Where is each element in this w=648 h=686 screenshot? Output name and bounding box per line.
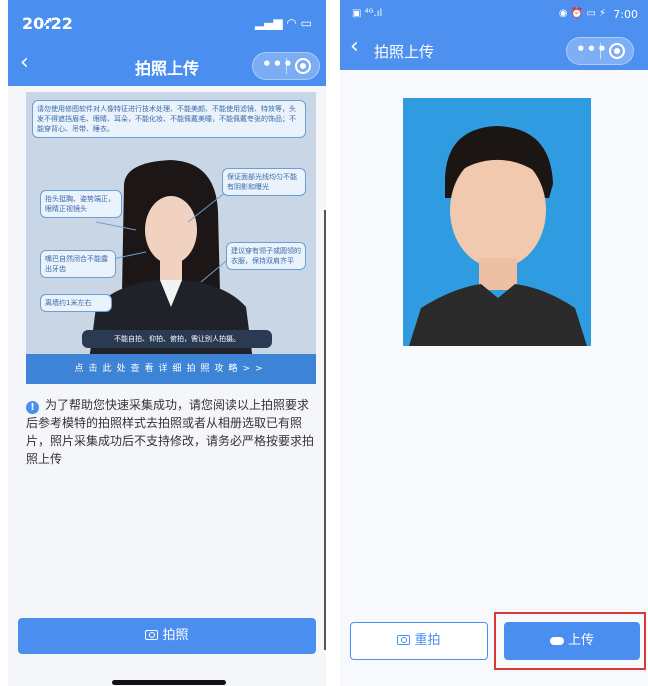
take-photo-button[interactable]: 拍照 [18,618,316,654]
location-arrow-icon: ➚ [42,14,54,30]
view-guide-link[interactable]: 点击此处查看详细拍照攻略>> [26,354,316,384]
more-dots-icon[interactable]: ••• [262,55,294,73]
right-phone-screen: ▣ ⁴ᴳ.ıl ◉ ⏰ ▭ ⚡ 7:00 ‹ 拍照上传 ••• 重拍 上传 [340,0,648,686]
camera-icon [145,630,159,640]
status-bar: ▣ ⁴ᴳ.ıl ◉ ⏰ ▭ ⚡ 7:00 [340,0,648,30]
guide-bubble-no-selfie: 不能自拍、仰拍、俯拍，需让别人拍摄。 [82,330,272,348]
left-phone-screen: 20:22 ➚ ▂▄▆ ◠ ▭ ‹ 拍照上传 ••• 请勿使用修图软件对人像特征… [8,0,326,686]
guide-bubble-lighting: 保证面部光线均匀不能有阴影和曝光 [222,168,306,196]
photo-guide-card[interactable]: 请勿使用修图软件对人像特征进行技术处理、不能美颜、不能使用滤镜、特效等，头发不得… [26,92,316,384]
nav-bar: ‹ 拍照上传 ••• [8,44,326,86]
capsule-divider [600,43,601,59]
capsule-divider [286,58,287,74]
retake-button[interactable]: 重拍 [350,622,488,660]
upload-button[interactable]: 上传 [504,622,640,660]
retake-label: 重拍 [414,633,441,648]
portrait-illustration [403,98,591,346]
take-photo-label: 拍照 [162,628,189,643]
more-dots-icon[interactable]: ••• [576,40,608,58]
upload-hint: ! 为了帮助您快速采集成功，请您阅读以上拍照要求后参考模特的拍照样式去拍照或者从相… [26,396,316,468]
guide-bubble-main: 请勿使用修图软件对人像特征进行技术处理、不能美颜、不能使用滤镜、特效等，头发不得… [32,100,306,138]
info-icon: ! [26,401,39,414]
camera-icon [397,635,411,645]
upload-label: 上传 [567,633,594,648]
cloud-upload-icon [549,637,564,645]
guide-bubble-distance: 离墙约1米左右 [40,294,112,312]
guide-bubble-posture: 抬头挺胸、姿势端正，眼睛正视镜头 [40,190,122,218]
miniapp-capsule: ••• [252,52,320,80]
guide-bubble-clothing: 建议穿有领子或圆领的衣服，保持双肩齐平 [226,242,306,270]
scrollbar[interactable] [324,210,326,650]
status-bar: 20:22 ➚ ▂▄▆ ◠ ▭ [8,0,326,44]
signal-wifi-battery-icon: ▂▄▆ ◠ ▭ [254,16,312,30]
home-indicator [112,680,226,685]
guide-bubble-mouth: 嘴巴自然闭合不能露出牙齿 [40,250,116,278]
sim-signal-icon: ▣ ⁴ᴳ.ıl [352,8,383,19]
miniapp-capsule: ••• [566,37,634,65]
status-icons: ◉ ⏰ ▭ ⚡ [558,8,606,19]
hint-text: 为了帮助您快速采集成功，请您阅读以上拍照要求后参考模特的拍照样式去拍照或者从相册… [26,398,315,466]
nav-bar: ‹ 拍照上传 ••• [340,30,648,70]
close-target-icon[interactable] [295,58,311,74]
close-target-icon[interactable] [609,43,625,59]
status-time: 7:00 [613,8,638,21]
page-title: 拍照上传 [374,43,435,61]
captured-photo [403,98,591,346]
chevron-left-icon[interactable]: ‹ [350,34,359,59]
